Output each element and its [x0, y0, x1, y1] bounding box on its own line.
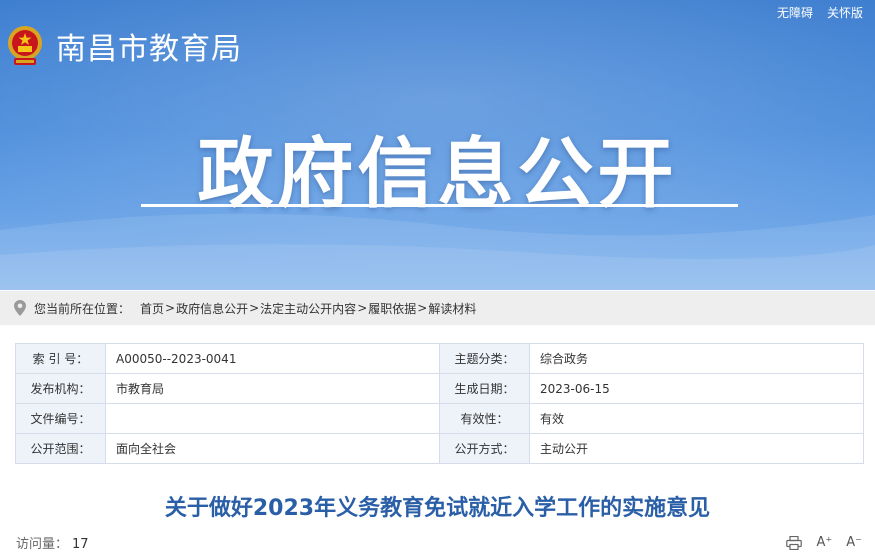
- breadcrumb-home[interactable]: 首页: [140, 300, 164, 317]
- meta-key: 公开方式：: [439, 433, 530, 464]
- breadcrumb: 您当前所在位置： 首页 > 政府信息公开 > 法定主动公开内容 > 履职依据 >…: [0, 291, 875, 325]
- document-title: 关于做好2023年义务教育免试就近入学工作的实施意见: [164, 496, 711, 521]
- top-links: 无障碍 关怀版: [777, 4, 863, 21]
- national-emblem-icon: [8, 26, 42, 65]
- breadcrumb-separator: >: [357, 301, 368, 315]
- meta-key: 主题分类：: [439, 343, 530, 374]
- meta-value: [105, 403, 440, 434]
- visit-count: 访问量： 17: [16, 533, 89, 552]
- meta-key: 公开范围：: [15, 433, 106, 464]
- article-toolbar: 访问量： 17 A⁺ A⁻: [16, 533, 862, 552]
- meta-value: 主动公开: [529, 433, 864, 464]
- header-banner: 无障碍 关怀版 南昌市教育局 政府信息公开: [0, 0, 875, 290]
- visit-count-value: 17: [72, 537, 89, 552]
- meta-value: 综合政务: [529, 343, 864, 374]
- elder-mode-link[interactable]: 关怀版: [827, 4, 863, 21]
- visit-count-label: 访问量：: [16, 537, 69, 552]
- meta-key: 索 引 号：: [15, 343, 106, 374]
- table-row: 公开范围： 面向全社会 公开方式： 主动公开: [15, 433, 864, 464]
- print-button[interactable]: [786, 535, 803, 550]
- breadcrumb-interpretation[interactable]: 解读材料: [428, 300, 476, 317]
- accessibility-link[interactable]: 无障碍: [777, 4, 813, 21]
- meta-key: 发布机构：: [15, 373, 106, 404]
- breadcrumb-statutory[interactable]: 法定主动公开内容: [260, 300, 356, 317]
- meta-value: 有效: [529, 403, 864, 434]
- site-name: 南昌市教育局: [56, 32, 242, 67]
- breadcrumb-separator: >: [249, 301, 260, 315]
- breadcrumb-prefix: 您当前所在位置：: [34, 301, 131, 316]
- font-increase-button[interactable]: A⁺: [816, 535, 832, 550]
- meta-value: A00050--2023-0041: [105, 343, 440, 374]
- location-pin-icon: [14, 300, 26, 316]
- meta-value: 面向全社会: [105, 433, 440, 464]
- site-logo[interactable]: 南昌市教育局: [6, 24, 242, 68]
- meta-key: 生成日期：: [439, 373, 530, 404]
- meta-key: 文件编号：: [15, 403, 106, 434]
- breadcrumb-duty-basis[interactable]: 履职依据: [368, 300, 416, 317]
- table-row: 索 引 号： A00050--2023-0041 主题分类： 综合政务: [15, 343, 864, 374]
- breadcrumb-separator: >: [417, 301, 428, 315]
- print-icon: [786, 535, 803, 550]
- breadcrumb-separator: >: [165, 301, 176, 315]
- document-meta-table: 索 引 号： A00050--2023-0041 主题分类： 综合政务 发布机构…: [15, 343, 864, 464]
- article-tools: A⁺ A⁻: [786, 535, 862, 550]
- font-decrease-button[interactable]: A⁻: [846, 535, 862, 550]
- table-row: 发布机构： 市教育局 生成日期： 2023-06-15: [15, 373, 864, 404]
- banner-underline: [141, 204, 738, 207]
- meta-value: 市教育局: [105, 373, 440, 404]
- breadcrumb-gov-info[interactable]: 政府信息公开: [176, 300, 248, 317]
- meta-value: 2023-06-15: [529, 373, 864, 404]
- table-row: 文件编号： 有效性： 有效: [15, 403, 864, 434]
- meta-key: 有效性：: [439, 403, 530, 434]
